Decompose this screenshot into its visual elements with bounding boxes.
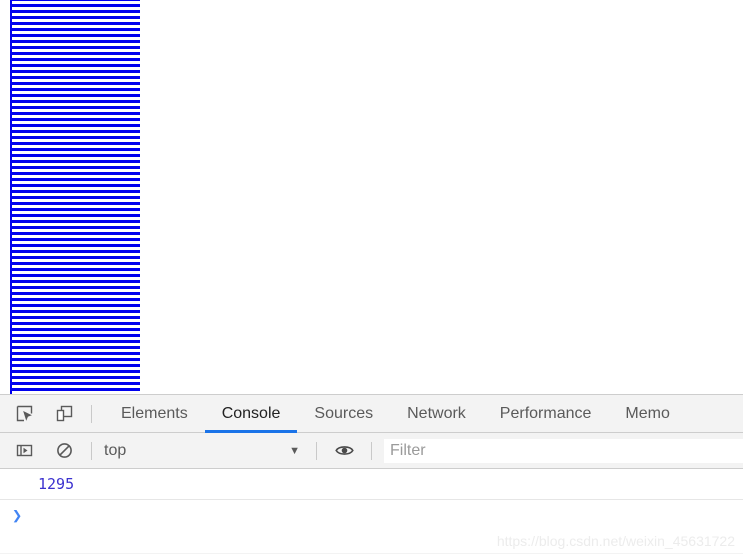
- filterbar-divider-2: [316, 441, 317, 460]
- clear-console-icon[interactable]: [49, 437, 79, 465]
- filter-input[interactable]: [384, 438, 743, 463]
- tab-network[interactable]: Network: [390, 395, 483, 433]
- devtools-tabbar: Elements Console Sources Network Perform…: [0, 395, 743, 433]
- web-page-viewport: [0, 0, 743, 394]
- tab-performance[interactable]: Performance: [483, 395, 609, 433]
- chevron-down-icon: ▼: [289, 444, 300, 457]
- toolbar-divider: [91, 404, 92, 423]
- context-selector-value: top: [104, 441, 127, 459]
- filterbar-divider-3: [371, 441, 372, 460]
- live-expression-eye-icon[interactable]: [329, 437, 359, 465]
- console-value: 1295: [38, 475, 75, 493]
- filterbar-divider-1: [91, 441, 92, 460]
- console-prompt-input[interactable]: [30, 506, 743, 526]
- console-sidebar-icon[interactable]: [9, 437, 39, 465]
- javascript-context-selector[interactable]: top ▼: [104, 439, 304, 463]
- tab-memory[interactable]: Memo: [608, 395, 686, 433]
- console-filterbar: top ▼: [0, 433, 743, 469]
- tab-elements[interactable]: Elements: [104, 395, 205, 433]
- console-message-row[interactable]: 1295: [0, 469, 743, 500]
- console-prompt-row[interactable]: ❯: [0, 500, 743, 532]
- device-toolbar-icon[interactable]: [49, 400, 79, 428]
- devtools-panel: Elements Console Sources Network Perform…: [0, 394, 743, 554]
- blue-striped-pattern-block: [10, 0, 140, 394]
- inspect-element-icon[interactable]: [9, 400, 39, 428]
- tab-console[interactable]: Console: [204, 395, 298, 433]
- console-output: 1295 ❯: [0, 469, 743, 553]
- prompt-caret-icon: ❯: [12, 505, 23, 526]
- tab-sources[interactable]: Sources: [297, 395, 390, 433]
- devtools-tab-list: Elements Console Sources Network Perform…: [104, 395, 743, 433]
